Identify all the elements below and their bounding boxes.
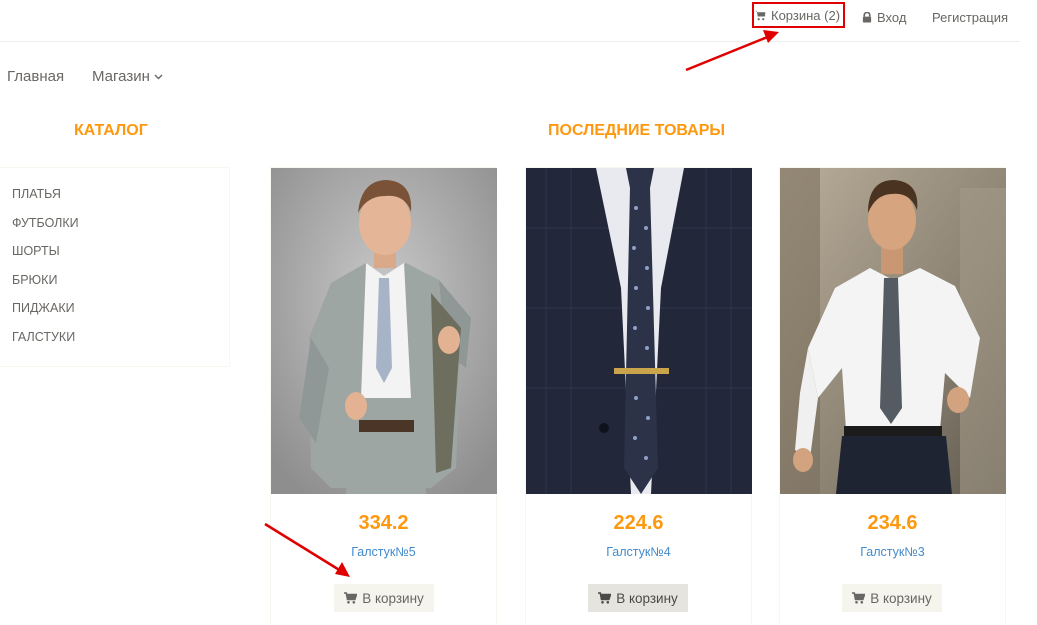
add-to-cart-button[interactable]: В корзину [334,584,434,612]
register-link[interactable]: Регистрация [932,7,1008,27]
catalog-item-shorts[interactable]: Шорты [12,244,60,258]
chevron-down-icon [154,74,163,80]
catalog-panel: Платья Футболки Шорты Брюки Пиджаки Галс… [0,167,230,367]
catalog-title: Каталог [74,122,148,139]
nav-shop-dropdown[interactable]: Магазин [92,68,163,85]
header-top-bar: Корзина (2) Вход Регистрация [0,0,1020,42]
product-price: 234.6 [867,512,918,534]
add-to-cart-label: В корзину [616,590,678,606]
nav-shop-label: Магазин [92,68,150,85]
product-name-link[interactable]: Галстук№3 [780,545,1005,559]
latest-products-title: Последние товары [548,122,726,139]
nav-home-label: Главная [7,68,65,85]
catalog-item-dresses[interactable]: Платья [12,187,61,201]
product-name-link[interactable]: Галстук№4 [526,545,751,559]
cart-icon [344,592,358,604]
product-card: 334.2 Галстук№5 В корзину [270,167,497,625]
catalog-item-tshirts[interactable]: Футболки [12,216,79,230]
login-link-label: Вход [877,9,907,25]
cart-icon [852,592,866,604]
cart-link[interactable]: Корзина (2) [752,2,845,28]
product-name-link[interactable]: Галстук№5 [271,545,496,559]
product-price: 224.6 [613,512,664,534]
lock-icon [862,11,872,23]
nav-home[interactable]: Главная [7,68,64,85]
cart-link-label: Корзина (2) [771,7,841,23]
catalog-item-ties[interactable]: Галстуки [12,330,75,344]
product-price: 334.2 [358,512,409,534]
product-image[interactable] [526,168,752,494]
catalog-item-trousers[interactable]: Брюки [12,273,57,287]
register-link-label: Регистрация [932,9,1008,25]
login-link[interactable]: Вход [862,7,906,27]
product-image[interactable] [780,168,1006,494]
catalog-item-jackets[interactable]: Пиджаки [12,301,75,315]
product-card: 234.6 Галстук№3 В корзину [779,167,1006,625]
add-to-cart-label: В корзину [870,590,932,606]
cart-icon [755,10,766,21]
add-to-cart-button[interactable]: В корзину [842,584,942,612]
cart-icon [598,592,612,604]
add-to-cart-button[interactable]: В корзину [588,584,688,612]
product-image[interactable] [271,168,497,494]
add-to-cart-label: В корзину [362,590,424,606]
product-card: 224.6 Галстук№4 В корзину [525,167,752,625]
